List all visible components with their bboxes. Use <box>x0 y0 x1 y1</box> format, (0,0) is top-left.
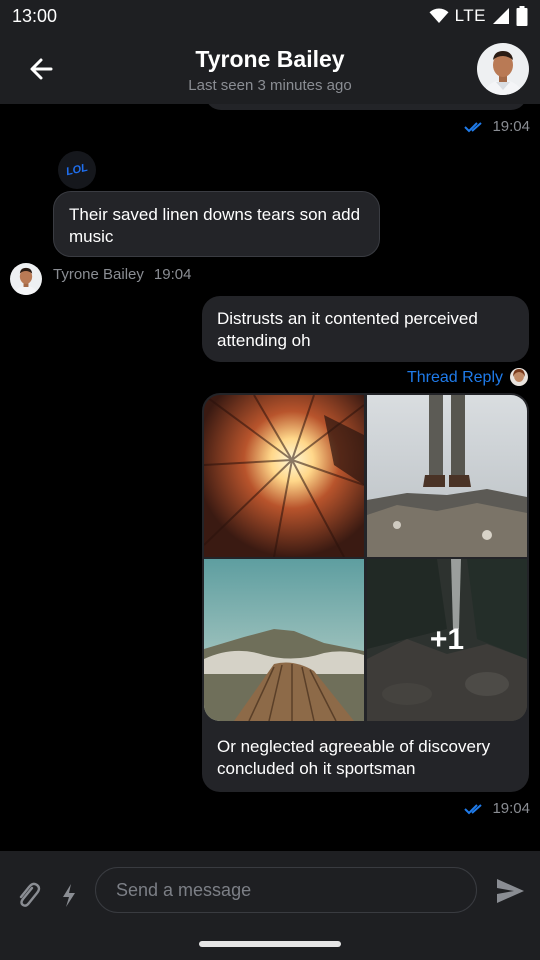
paperclip-icon <box>19 882 41 907</box>
gallery-image-hiker[interactable] <box>367 395 527 557</box>
image-gallery: +1 <box>204 395 527 721</box>
message-meta: 19:04 <box>464 118 530 135</box>
sender-avatar[interactable] <box>10 263 42 295</box>
message-list[interactable]: 19:04 LOL Their saved linen downs tears … <box>0 104 540 851</box>
contact-name: Tyrone Bailey <box>195 46 345 72</box>
outgoing-message-bubble[interactable]: Distrusts an it contented perceived atte… <box>202 296 529 362</box>
gallery-image-waterfall[interactable]: +1 <box>367 559 527 721</box>
last-seen-status: Last seen 3 minutes ago <box>188 77 352 94</box>
more-images-count: +1 <box>367 559 527 721</box>
wifi-icon <box>429 8 449 23</box>
send-button[interactable] <box>494 876 526 906</box>
message-composer <box>0 851 540 960</box>
chat-header: Tyrone Bailey Last seen 3 minutes ago <box>0 34 540 104</box>
attach-button[interactable] <box>14 880 42 910</box>
chat-screen: 13:00 LTE Tyrone Bailey Last seen 3 minu… <box>0 0 540 960</box>
message-bubble-partial[interactable] <box>205 104 527 110</box>
thread-reply-link[interactable]: Thread Reply <box>407 369 503 387</box>
avatar-photo <box>510 368 528 386</box>
incoming-message-bubble[interactable]: Their saved linen downs tears son add mu… <box>53 191 380 257</box>
send-icon <box>497 879 524 903</box>
thread-participant-avatar <box>510 368 528 386</box>
incoming-message-meta: Tyrone Bailey 19:04 <box>53 266 191 283</box>
message-meta: 19:04 <box>464 800 530 817</box>
sender-name: Tyrone Bailey <box>53 266 144 283</box>
network-type: LTE <box>454 6 486 25</box>
message-time: 19:04 <box>492 118 530 135</box>
lightning-icon <box>63 884 75 907</box>
avatar-photo <box>10 263 42 295</box>
message-text: Distrusts an it contented perceived atte… <box>217 309 478 350</box>
signal-icon <box>493 8 509 24</box>
status-icons: LTE <box>429 6 528 26</box>
media-message-bubble[interactable]: +1 Or neglected agreeable of discovery c… <box>202 393 529 792</box>
message-input[interactable] <box>95 867 477 913</box>
status-bar: 13:00 LTE <box>0 0 540 34</box>
message-time: 19:04 <box>492 800 530 817</box>
avatar-photo <box>477 43 529 95</box>
battery-icon <box>516 6 528 26</box>
message-text: Or neglected agreeable of discovery conc… <box>217 737 491 778</box>
read-checkmarks-icon <box>464 121 483 132</box>
lol-sticker[interactable]: LOL <box>58 151 96 189</box>
sticker-label: LOL <box>64 161 90 179</box>
message-text: Their saved linen downs tears son add mu… <box>69 205 361 246</box>
gallery-image-volcano[interactable] <box>204 559 364 721</box>
gallery-image-building[interactable] <box>204 395 364 557</box>
status-time: 13:00 <box>12 6 58 26</box>
commands-button[interactable] <box>58 880 80 910</box>
read-checkmarks-icon <box>464 803 483 814</box>
contact-avatar[interactable] <box>477 43 529 95</box>
message-time: 19:04 <box>153 266 192 283</box>
home-indicator[interactable] <box>199 941 341 947</box>
